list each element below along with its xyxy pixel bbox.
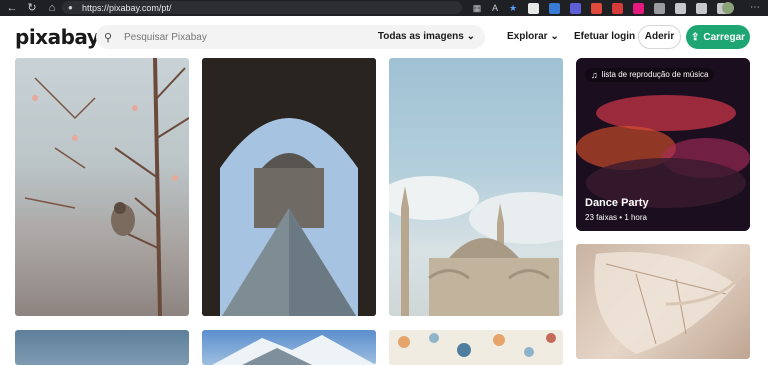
image-type-label: Todas as imagens (377, 31, 464, 42)
site-header: pixabay ⚲ Pesquisar Pixabay Todas as ima… (0, 16, 768, 58)
login-link[interactable]: Efetuar login (574, 31, 635, 42)
mosque-photo[interactable] (389, 58, 563, 316)
meta-separator: • (619, 213, 623, 222)
upload-icon: ⇪ (690, 31, 700, 43)
refresh-icon[interactable]: ↻ (24, 0, 40, 16)
extension-icon[interactable] (612, 2, 623, 14)
address-bar[interactable]: ● https://pixabay.com/pt/ (62, 1, 462, 14)
mountain-illustration (212, 335, 376, 365)
playlist-badge: ♫ lista de reprodução de música (585, 68, 715, 82)
extension-icon[interactable] (528, 2, 539, 14)
tab-grid-icon[interactable]: ▦ (468, 3, 486, 14)
lake-photo[interactable] (15, 330, 189, 365)
image-type-dropdown[interactable]: Todas as imagens ⌄ (378, 31, 475, 42)
extension-icon[interactable] (549, 2, 560, 14)
floral-pattern-photo[interactable] (389, 330, 563, 365)
extension-icon[interactable] (570, 2, 581, 14)
leaf-illustration (594, 252, 750, 354)
back-icon[interactable]: ← (4, 0, 20, 16)
track-count: 23 faixas (585, 213, 618, 222)
playlist-meta: 23 faixas • 1 hora (585, 213, 647, 222)
music-note-icon: ♫ (591, 70, 598, 80)
upload-button[interactable]: ⇪ Carregar (686, 25, 750, 49)
extension-icon[interactable] (591, 2, 602, 14)
snowy-mountain-photo[interactable] (202, 330, 376, 365)
search-input[interactable]: Pesquisar Pixabay (124, 32, 207, 43)
playlist-badge-label: lista de reprodução de música (601, 70, 709, 79)
mosque-illustration (389, 176, 563, 316)
chevron-down-icon: ⌄ (550, 31, 559, 42)
dried-leaf-photo[interactable] (576, 244, 750, 359)
profile-avatar[interactable] (722, 2, 734, 14)
search-icon: ⚲ (104, 31, 113, 44)
bird-on-branch-photo[interactable] (15, 58, 189, 316)
upload-label: Carregar (703, 31, 746, 43)
search-bar[interactable]: ⚲ Pesquisar Pixabay Todas as imagens ⌄ (96, 25, 485, 49)
chevron-down-icon: ⌄ (466, 31, 475, 42)
bird-branch-illustration (24, 58, 189, 316)
extension-icon[interactable] (696, 2, 707, 14)
lock-icon: ● (68, 3, 73, 12)
favorite-star-icon[interactable]: ★ (504, 3, 522, 14)
playlist-title: Dance Party (585, 197, 649, 209)
playlist-duration: 1 hora (624, 213, 647, 222)
read-aloud-icon[interactable]: A (486, 3, 504, 13)
extension-icon[interactable] (654, 2, 665, 14)
browser-toolbar: ← ↻ ⌂ ● https://pixabay.com/pt/ ▦ A ★ ⋯ (0, 0, 768, 16)
join-button[interactable]: Aderir (638, 25, 681, 49)
floral-pattern-illustration (398, 333, 556, 357)
pixabay-logo[interactable]: pixabay (15, 25, 100, 49)
extension-icon[interactable] (675, 2, 686, 14)
extension-icon[interactable] (633, 2, 644, 14)
more-menu-icon[interactable]: ⋯ (750, 0, 760, 16)
url-text[interactable]: https://pixabay.com/pt/ (82, 3, 171, 13)
dance-party-music-card[interactable]: ♫ lista de reprodução de música Dance Pa… (576, 58, 750, 231)
louvre-pyramid-photo[interactable] (202, 58, 376, 316)
home-icon[interactable]: ⌂ (44, 0, 60, 16)
explore-menu[interactable]: Explorar ⌄ (507, 31, 559, 42)
louvre-illustration (202, 58, 376, 316)
explore-label: Explorar (507, 31, 548, 42)
